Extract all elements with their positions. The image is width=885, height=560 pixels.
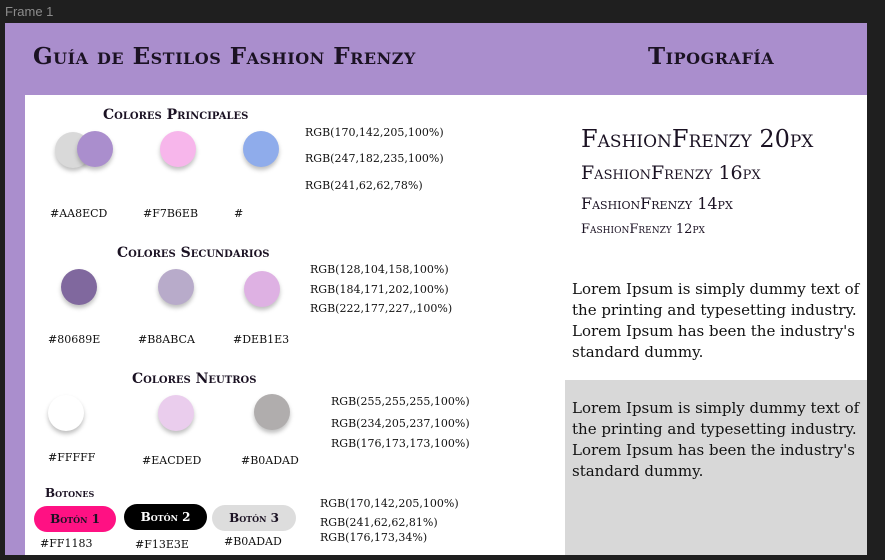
rgb-primary-1: RGB(170,142,205,100%) — [305, 126, 444, 139]
hex-secondary-1: #80689E — [48, 333, 101, 346]
typography-sample-16: FashionFrenzy 16px — [581, 162, 761, 184]
rgb-primary-2: RGB(247,182,235,100%) — [305, 152, 444, 165]
swatch-secondary-2 — [158, 269, 194, 305]
primary-colors-title: Colores Principales — [103, 107, 249, 123]
typography-sample-20: FashionFrenzy 20px — [581, 125, 814, 153]
style-guide-frame: Guía de Estilos Fashion Frenzy Tipografí… — [5, 23, 867, 555]
rgb-secondary-1: RGB(128,104,158,100%) — [310, 263, 449, 276]
typography-sample-14: FashionFrenzy 14px — [581, 194, 733, 213]
swatch-neutral-3 — [254, 394, 290, 430]
rgb-secondary-2: RGB(184,171,202,100%) — [310, 283, 449, 296]
swatch-secondary-1 — [61, 269, 97, 305]
hex-neutral-2: #EACDED — [142, 454, 202, 467]
swatch-primary-1 — [77, 131, 113, 167]
hex-neutral-3: #B0ADAD — [241, 454, 299, 467]
header-bar: Guía de Estilos Fashion Frenzy Tipografí… — [5, 23, 867, 95]
secondary-colors-title: Colores Secundarios — [117, 245, 270, 261]
swatch-neutral-1 — [48, 395, 84, 431]
rgb-secondary-3: RGB(222,177,227,,100%) — [310, 302, 453, 315]
hex-button-1: #FF1183 — [40, 537, 93, 550]
button-2-label: Botón 2 — [140, 510, 191, 524]
buttons-title: Botones — [45, 486, 95, 500]
page-title: Guía de Estilos Fashion Frenzy — [33, 43, 416, 70]
lorem-paragraph-white: Lorem Ipsum is simply dummy text of the … — [572, 280, 860, 361]
hex-secondary-2: #B8ABCA — [138, 333, 195, 346]
button-1[interactable]: Botón 1 — [34, 506, 116, 532]
swatch-primary-3 — [243, 131, 279, 167]
button-2[interactable]: Botón 2 — [124, 504, 207, 530]
hex-secondary-3: #DEB1E3 — [233, 333, 290, 346]
rgb-button-1: RGB(170,142,205,100%) — [320, 497, 459, 510]
lorem-paragraph-gray: Lorem Ipsum is simply dummy text of the … — [572, 399, 860, 480]
hex-primary-2: #F7B6EB — [143, 207, 199, 220]
rgb-neutral-2: RGB(234,205,237,100%) — [331, 417, 470, 430]
button-3-label: Botón 3 — [229, 511, 279, 525]
swatch-neutral-2 — [158, 395, 194, 431]
hex-primary-3: # — [234, 207, 244, 220]
typography-title: Tipografía — [648, 43, 775, 70]
rgb-button-2: RGB(241,62,62,81%) — [320, 516, 438, 529]
hex-button-2: #F13E3E — [135, 538, 189, 551]
hex-primary-1: #AA8ECD — [50, 207, 108, 220]
rgb-button-3: RGB(176,173,34%) — [320, 531, 428, 544]
hex-neutral-1: #FFFFF — [48, 451, 96, 464]
button-3[interactable]: Botón 3 — [212, 505, 296, 531]
neutral-colors-title: Colores Neutros — [132, 371, 257, 387]
hex-button-3: #B0ADAD — [224, 535, 282, 548]
left-accent-bar — [5, 95, 25, 555]
rgb-primary-3: RGB(241,62,62,78%) — [305, 179, 423, 192]
rgb-neutral-1: RGB(255,255,255,100%) — [331, 395, 470, 408]
swatch-secondary-3 — [244, 271, 280, 307]
typography-sample-12: FashionFrenzy 12px — [581, 222, 705, 237]
swatch-primary-2 — [160, 131, 196, 167]
rgb-neutral-3: RGB(176,173,173,100%) — [331, 437, 470, 450]
frame-label: Frame 1 — [5, 4, 54, 19]
button-1-label: Botón 1 — [50, 512, 100, 526]
